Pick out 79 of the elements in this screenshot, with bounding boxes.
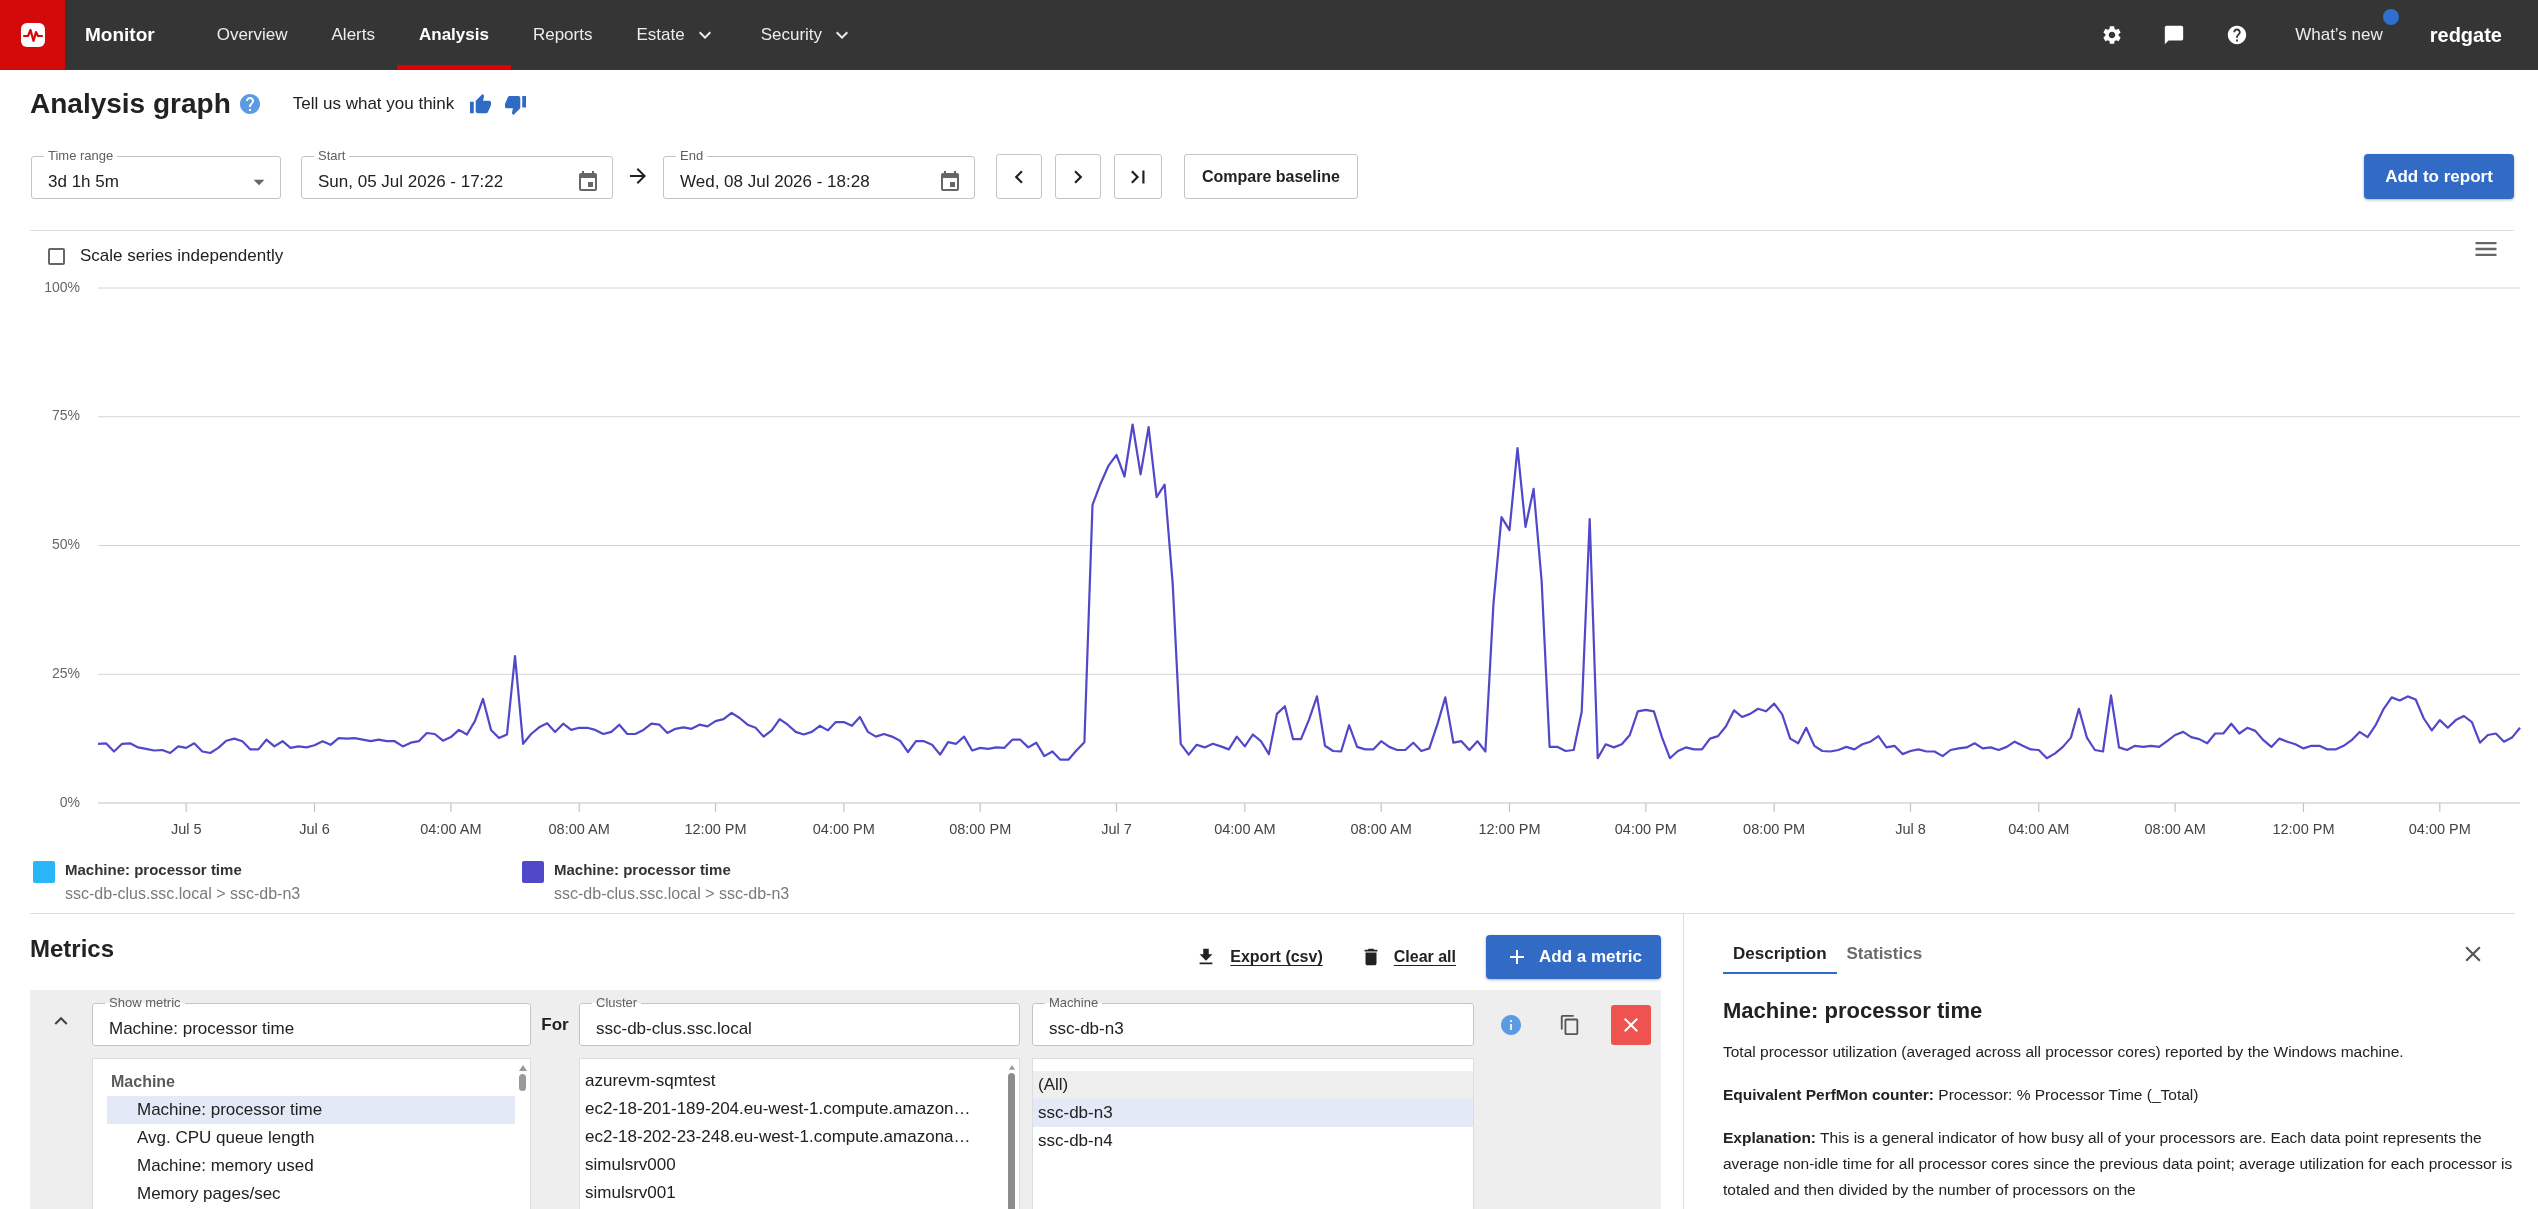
x-axis-label: 04:00 PM (812, 820, 875, 837)
x-axis-label: 04:00 AM (1214, 820, 1276, 837)
nav-tab[interactable]: Alerts (309, 0, 397, 70)
nav-tab[interactable]: Overview (194, 0, 310, 70)
description-paragraph: Total processor utilization (averaged across all processor cores) reported by the Windows machine. (1723, 1042, 2405, 1062)
page-title: Analysis graph (30, 87, 231, 121)
field-label: Show metric (108, 994, 182, 1012)
x-axis-label: Jul 8 (1895, 820, 1926, 837)
y-axis-label: 0% (59, 793, 80, 810)
y-axis-label: 100% (44, 278, 80, 295)
legend-label[interactable]: Machine: processor time (65, 861, 301, 879)
x-axis-label: 08:00 PM (949, 820, 1012, 837)
feedback-prompt: Tell us what you think (292, 93, 455, 116)
list-group-header: Machine (111, 1072, 175, 1092)
scrollbar-thumb[interactable] (1008, 1072, 1015, 1209)
tab[interactable]: Statistics (1836, 934, 1933, 974)
nav-tab[interactable]: Estate (614, 0, 739, 70)
x-axis-label: 12:00 PM (2272, 820, 2335, 837)
x-axis-label: 12:00 PM (1478, 820, 1541, 837)
y-axis-label: 75% (51, 407, 80, 424)
copy-icon[interactable] (1559, 1013, 1581, 1036)
x-axis-label: Jul 6 (299, 820, 330, 837)
chat-bubble-icon[interactable] (2163, 24, 2186, 46)
field-label: End (679, 147, 705, 165)
nav-tab[interactable]: Reports (510, 0, 615, 70)
remove-button[interactable] (1611, 1004, 1651, 1045)
field-label: Start (317, 147, 347, 165)
whats-new-button[interactable]: What’s new (2295, 23, 2383, 47)
add-to-report-button[interactable]: Add to report (2364, 154, 2514, 199)
checkbox[interactable] (48, 247, 65, 265)
x-axis-label: 08:00 AM (2144, 820, 2206, 837)
section-title: Metrics (30, 935, 115, 963)
product-name: Monitor (85, 22, 155, 47)
field-label: Time range (47, 147, 115, 165)
legend-swatch-icon[interactable] (33, 861, 55, 883)
brand-name[interactable]: redgate (2429, 20, 2502, 50)
clear-all-link[interactable]: Clear all (1359, 935, 1456, 979)
description-paragraph: Explanation: This is a general indicator of how busy all of your processors are. Each data point represents the average non-idle time for all processor cores since the previous data point; average utilization for each processor is totaled and then divided by the number of processors on the (1723, 1128, 2514, 1200)
legend-source: ssc-db-clus.ssc.local > ssc-db-n3 (554, 884, 790, 904)
for-label: For (541, 1013, 569, 1036)
tab[interactable]: Description (1723, 934, 1837, 974)
legend-label[interactable]: Machine: processor time (554, 861, 790, 879)
calendar-icon[interactable] (576, 169, 600, 194)
x-axis-label: 04:00 PM (1614, 820, 1677, 837)
list-item[interactable]: (All) (1033, 1071, 1473, 1099)
legend-swatch-icon[interactable] (522, 861, 544, 883)
logo-icon[interactable] (0, 0, 65, 70)
x-axis-label: 04:00 PM (2408, 820, 2471, 837)
add-metric-button[interactable]: Add a metric (1486, 935, 1661, 979)
description-paragraph: Equivalent PerfMon counter: Processor: % Processor Time (_Total) (1723, 1085, 2200, 1105)
x-axis-label: Jul 7 (1101, 820, 1132, 837)
scrollbar-thumb[interactable] (519, 1074, 526, 1091)
nav-tab[interactable]: Security (738, 0, 877, 70)
field-label: Cluster (595, 994, 639, 1012)
skip-to-end-button[interactable] (1114, 154, 1162, 199)
settings-icon[interactable] (2101, 24, 2124, 46)
y-axis-label: 25% (51, 664, 80, 681)
y-axis-label: 50% (51, 536, 80, 553)
checkbox-label[interactable]: Scale series independently (80, 243, 284, 269)
x-axis-label: 08:00 PM (1743, 820, 1806, 837)
x-axis-label: Jul 5 (170, 820, 202, 837)
x-axis-label: 04:00 AM (420, 820, 482, 837)
x-axis-label: 04:00 AM (2008, 820, 2070, 837)
x-axis-label: 08:00 AM (1350, 820, 1412, 837)
x-axis-label: 12:00 PM (684, 820, 747, 837)
export-link[interactable]: Export (csv) (1195, 935, 1323, 979)
scroll-up-icon[interactable] (1007, 1065, 1016, 1070)
nav-tab[interactable]: Analysis (397, 0, 511, 70)
thumbs-up-icon[interactable] (469, 92, 493, 116)
compare-baseline-button[interactable]: Compare baseline (1184, 154, 1358, 199)
legend-source: ssc-db-clus.ssc.local > ssc-db-n3 (65, 884, 301, 904)
list-item[interactable]: ssc-db-n3 (1033, 1099, 1473, 1127)
detail-title: Machine: processor time (1723, 997, 1984, 1025)
help-icon[interactable] (2226, 24, 2249, 46)
list-item[interactable]: Machine: processor time (107, 1096, 515, 1124)
calendar-icon[interactable] (938, 169, 962, 194)
field-label: Machine (1048, 994, 1100, 1012)
x-axis-label: 08:00 AM (548, 820, 610, 837)
scroll-up-icon[interactable] (518, 1065, 527, 1071)
